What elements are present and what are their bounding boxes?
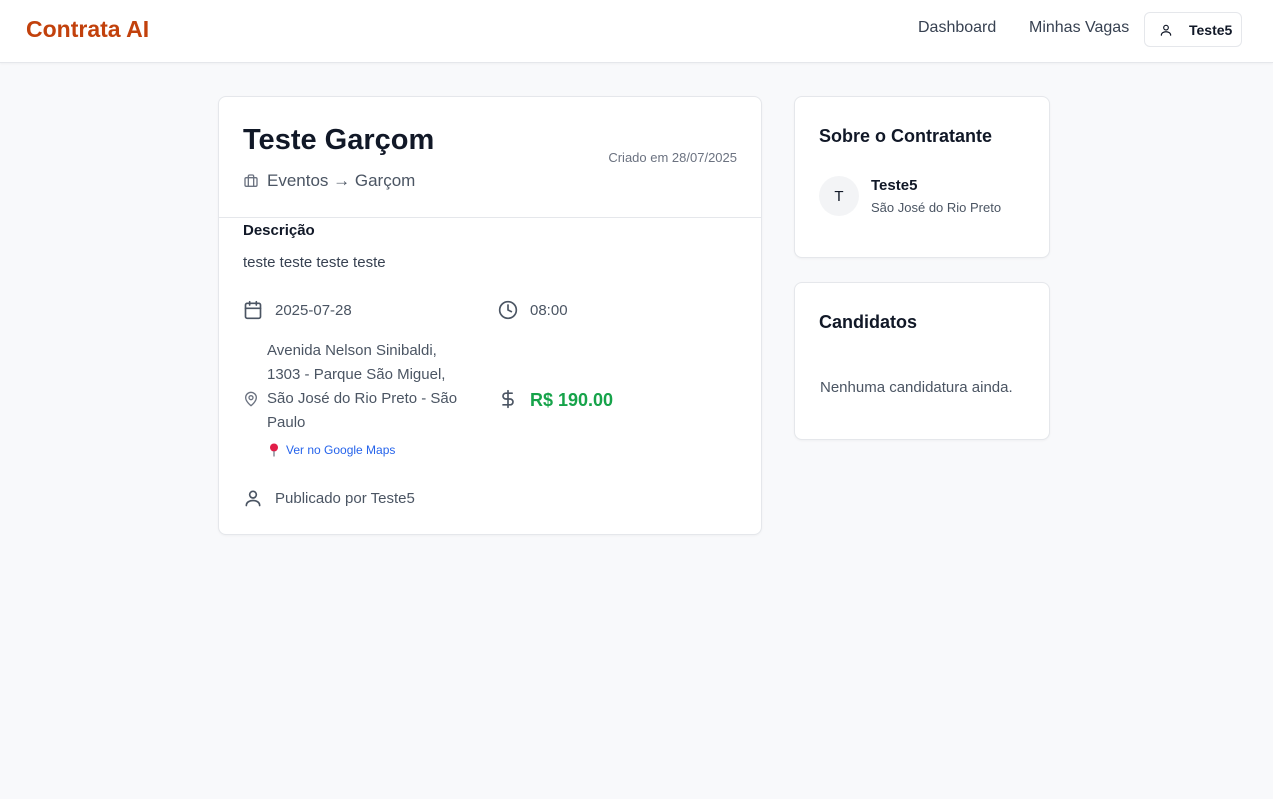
top-navbar: Contrata AI Dashboard Minhas Vagas Teste… — [0, 0, 1273, 63]
user-menu-name: Teste5 — [1189, 22, 1233, 38]
contractor-card-title: Sobre o Contratante — [819, 126, 993, 146]
description-text: teste teste teste teste — [243, 254, 386, 271]
header-divider — [219, 217, 761, 218]
job-title: Teste Garçom — [243, 124, 435, 156]
nav-my-jobs-link[interactable]: Minhas Vagas — [1029, 19, 1129, 37]
contractor-city: São José do Rio Preto — [871, 200, 1002, 215]
dollar-icon — [502, 389, 514, 409]
published-by: Publicado por Teste5 — [275, 490, 415, 507]
job-price: R$ 190.00 — [530, 390, 614, 410]
candidates-card: Candidatos Nenhuma candidatura ainda. — [794, 282, 1050, 440]
contractor-card: Sobre o Contratante T Teste5 São José do… — [794, 96, 1050, 258]
clock-icon — [498, 300, 518, 320]
user-icon — [1160, 24, 1172, 36]
avatar: T — [819, 176, 859, 216]
job-created-date: Criado em 28/07/2025 — [608, 150, 737, 165]
google-maps-link-text: Ver no Google Maps — [286, 443, 396, 457]
job-category-text: Eventos → Garçom — [267, 171, 416, 190]
google-maps-link[interactable]: Ver no Google Maps — [268, 443, 395, 457]
job-date: 2025-07-28 — [275, 302, 352, 319]
nav-dashboard-link[interactable]: Dashboard — [918, 19, 996, 37]
calendar-icon — [244, 300, 262, 320]
user-icon — [245, 490, 261, 507]
candidates-card-title: Candidatos — [819, 312, 918, 332]
job-details-card: Teste Garçom Criado em 28/07/2025 Evento… — [218, 96, 762, 535]
briefcase-icon — [244, 174, 258, 187]
map-pin-icon — [245, 391, 257, 407]
user-menu-button[interactable]: Teste5 — [1144, 12, 1242, 47]
candidates-empty-message: Nenhuma candidatura ainda. — [820, 379, 1013, 396]
red-pin-icon — [270, 443, 278, 457]
contractor-name: Teste5 — [871, 177, 918, 194]
brand-logo[interactable]: Contrata AI — [26, 16, 149, 43]
description-label: Descrição — [243, 222, 315, 239]
job-address: Avenida Nelson Sinibaldi, 1303 - Parque … — [267, 342, 458, 431]
job-category: Eventos → Garçom — [243, 171, 415, 191]
job-time: 08:00 — [530, 302, 568, 319]
